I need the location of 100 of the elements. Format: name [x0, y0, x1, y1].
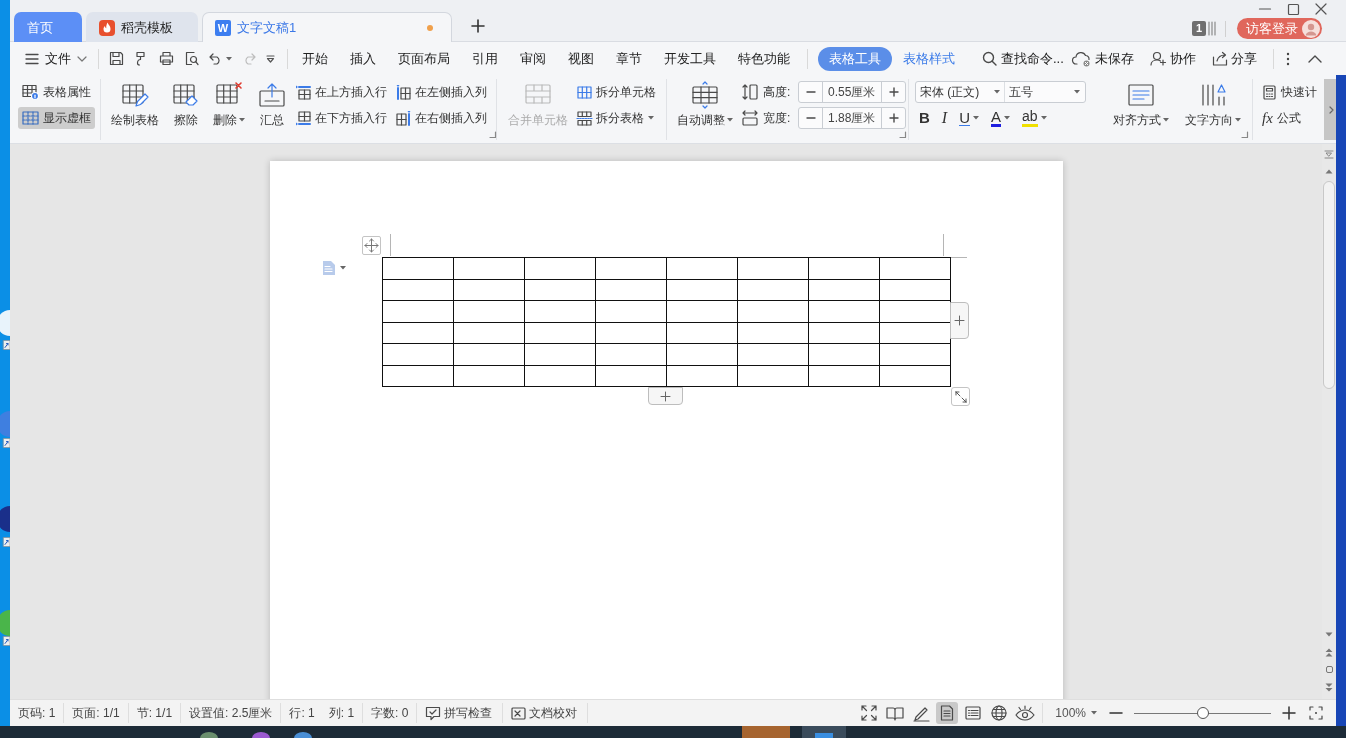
ribbon-tab[interactable]: 插入 [339, 46, 387, 71]
delete-button[interactable]: 删除 [208, 80, 250, 128]
draw-table-button[interactable]: 绘制表格 [106, 80, 164, 128]
split-cells-button[interactable]: 拆分单元格 [575, 81, 658, 103]
margin-corner-mark [390, 234, 391, 256]
insert-column-left-icon [396, 84, 411, 100]
ruler-toggle-icon[interactable] [1324, 150, 1334, 159]
table-cell [382, 343, 454, 365]
insert-column-right-button[interactable]: 在右侧插入列 [394, 107, 489, 129]
group-launcher-icon[interactable] [490, 132, 496, 138]
ribbon-tab[interactable]: 页面布局 [387, 46, 461, 71]
share-icon [1212, 51, 1228, 66]
share-button[interactable]: 分享 [1212, 49, 1257, 68]
table-cell [524, 257, 596, 279]
taskbar-button[interactable] [802, 726, 846, 738]
collaborate-button[interactable]: 协作 [1150, 49, 1196, 68]
table-cell [453, 257, 525, 279]
page-count: 页面: 1/1 [72, 704, 120, 722]
table-cell [595, 257, 667, 279]
highlight-button[interactable]: ab [1018, 107, 1051, 129]
table-cell [737, 257, 809, 279]
document-proofing-button[interactable]: 文档校对 [503, 703, 589, 723]
fit-window-icon[interactable] [1309, 706, 1323, 720]
insert-column-left-button[interactable]: 在左侧插入列 [394, 81, 489, 103]
alignment-button[interactable]: 对齐方式 [1108, 80, 1174, 128]
select-object-icon[interactable] [1325, 666, 1333, 673]
split-table-icon [577, 110, 592, 126]
taskbar-app-icon[interactable] [294, 732, 312, 738]
ribbon-tab[interactable]: 章节 [605, 46, 653, 71]
formula-button[interactable]: fx 公式 [1260, 107, 1319, 129]
ribbon-tab[interactable]: 特色功能 [727, 46, 801, 71]
table-cell [666, 365, 738, 387]
split-grid-icon [577, 85, 592, 99]
save-status-button[interactable]: 未保存 [1072, 49, 1134, 68]
zoom-slider-thumb[interactable] [1196, 707, 1209, 719]
collapse-ribbon-icon[interactable] [1308, 54, 1322, 63]
margin-corner-mark [951, 257, 967, 258]
scroll-down-arrow-icon[interactable] [1325, 632, 1333, 637]
list-icon [965, 706, 982, 720]
italic-button[interactable]: I [937, 107, 952, 129]
new-tab-plus-icon[interactable] [471, 19, 485, 33]
ribbon-tab[interactable]: 开发工具 [653, 46, 727, 71]
file-menu[interactable]: 文件 [20, 46, 92, 71]
command-search[interactable]: 查找命令... [982, 49, 1064, 68]
insert-row-below-button[interactable]: 在下方插入行 [294, 107, 389, 129]
font-size-dropdown[interactable]: 五号 [1005, 82, 1085, 102]
table-cell [524, 279, 596, 301]
chevron-right-icon [1328, 105, 1334, 114]
ribbon-tab[interactable]: 引用 [461, 46, 509, 71]
notification-badge[interactable]: 1 [1192, 21, 1206, 36]
group-launcher-icon[interactable] [1242, 132, 1248, 138]
more-options-icon[interactable] [1286, 51, 1290, 66]
underline-button[interactable]: U [955, 107, 983, 129]
eraser-button[interactable]: 擦除 [167, 80, 205, 128]
grid-eraser-icon [172, 82, 200, 108]
paragraph-layout-button[interactable] [322, 260, 346, 276]
scrollbar-thumb[interactable] [1323, 181, 1335, 389]
insert-row-above-button[interactable]: 在上方插入行 [294, 81, 389, 103]
document-tab[interactable]: W 文字文稿1 [202, 12, 452, 42]
zoom-in-icon[interactable] [1282, 706, 1296, 720]
caret-icon [1074, 90, 1080, 94]
table-properties-button[interactable]: 表格属性 [18, 81, 95, 103]
taskbar-app-icon[interactable] [252, 732, 270, 738]
font-color-button[interactable]: A [987, 107, 1015, 129]
group-launcher-icon[interactable] [900, 132, 906, 138]
split-table-button[interactable]: 拆分表格 [575, 107, 658, 129]
scroll-up-arrow-icon[interactable] [1325, 169, 1333, 174]
spell-check-button[interactable]: 拼写检查 [417, 703, 504, 723]
taskbar-app-icon[interactable] [200, 732, 218, 738]
autofit-button[interactable]: 自动调整 [672, 80, 738, 128]
summary-button[interactable]: 汇总 [253, 80, 291, 128]
ribbon-tab[interactable]: 审阅 [509, 46, 557, 71]
save-icon[interactable] [109, 51, 124, 66]
bold-button[interactable]: B [915, 107, 934, 129]
caret-icon [226, 56, 232, 61]
page-view-button[interactable] [936, 702, 959, 724]
text-direction-button[interactable]: 文字方向 [1180, 80, 1246, 128]
customize-dropdown-icon[interactable] [266, 54, 275, 63]
chevron-down-icon [77, 55, 87, 62]
height-label: 高度: [763, 83, 792, 101]
font-family-dropdown[interactable]: 宋体 (正文) [916, 82, 1005, 102]
print-icon[interactable] [159, 51, 174, 66]
ribbon-tab[interactable]: 视图 [557, 46, 605, 71]
width-label: 宽度: [763, 109, 792, 127]
page-up-icon[interactable] [1325, 648, 1333, 657]
table-resize-handle[interactable] [951, 387, 970, 406]
quick-calc-button[interactable]: 快速计 [1260, 81, 1319, 103]
desktop-app-icon[interactable] [3, 310, 10, 336]
page-down-icon[interactable] [1325, 683, 1333, 692]
zoom-level-dropdown[interactable]: 100% [1055, 706, 1097, 720]
desktop-app-icon[interactable] [3, 506, 10, 532]
ribbon-tab[interactable]: 开始 [291, 46, 339, 71]
add-row-button[interactable] [648, 387, 683, 405]
ribbon-tab[interactable]: 表格样式 [892, 46, 966, 71]
undo-icon[interactable] [209, 52, 223, 65]
template-tab[interactable]: 稻壳模板 [86, 12, 198, 42]
show-gridlines-button[interactable]: 显示虚框 [18, 107, 95, 129]
print-preview-icon[interactable] [184, 51, 199, 66]
table-move-handle[interactable] [362, 236, 381, 255]
add-column-button[interactable] [950, 302, 969, 339]
